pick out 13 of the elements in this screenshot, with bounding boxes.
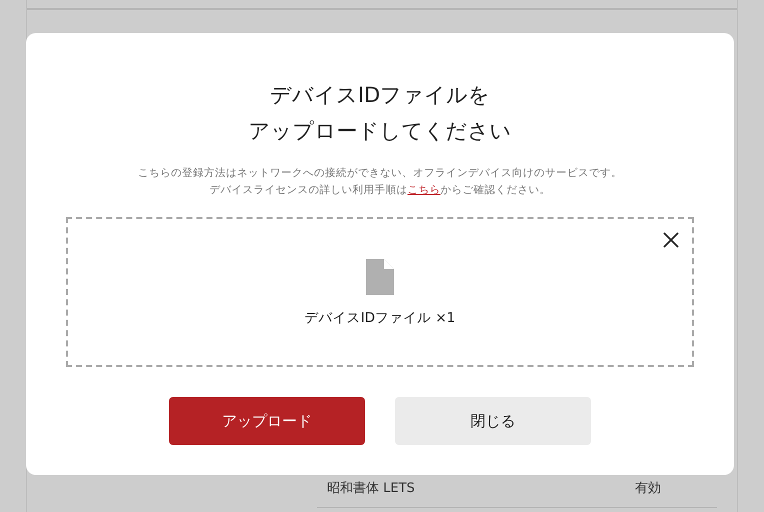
link[interactable]: こちら bbox=[408, 184, 440, 196]
close-button[interactable]: 閉じる bbox=[395, 397, 591, 445]
dialog-title: デバイスIDファイルを bbox=[268, 82, 492, 109]
file-icon bbox=[366, 259, 394, 295]
description-text: デバイスライセンスの詳しい利用手順は こちらからご確認ください。 bbox=[208, 183, 552, 198]
drop-zone[interactable]: デバイスIDファイル ×1 bbox=[66, 217, 694, 367]
dialog-title: アップロードしてください bbox=[248, 118, 512, 145]
status-text: 有効 bbox=[635, 480, 661, 497]
file-count-text: デバイスIDファイル ×1 bbox=[304, 309, 456, 327]
font-name: 昭和書体 LETS bbox=[327, 480, 415, 497]
description-text: こちらの登録方法はネットワークへの接続ができない、オフラインデバイス向けのサービスです。 bbox=[138, 166, 622, 181]
close-icon[interactable] bbox=[663, 232, 679, 248]
upload-button[interactable]: アップロード bbox=[169, 397, 365, 445]
